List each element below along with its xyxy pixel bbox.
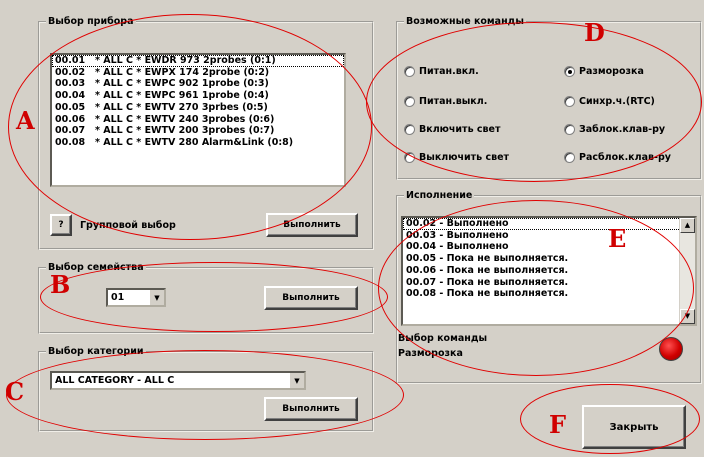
radio-dot-icon bbox=[564, 96, 575, 107]
log-scrollbar[interactable]: ▲ ▼ bbox=[679, 218, 695, 324]
radio-label: Включить свет bbox=[419, 124, 501, 135]
device-select-legend: Выбор прибора bbox=[48, 16, 134, 27]
radio-dot-icon bbox=[564, 66, 575, 77]
status-indicator-icon bbox=[659, 337, 683, 361]
category-select-legend: Выбор категории bbox=[48, 346, 144, 357]
radio-dot-icon bbox=[404, 152, 415, 163]
radio-dot-icon bbox=[564, 124, 575, 135]
annotation-marker-f: F bbox=[549, 410, 567, 439]
radio-light-on[interactable]: Включить свет bbox=[404, 124, 500, 135]
help-button[interactable]: ? bbox=[50, 214, 72, 236]
commands-legend: Возможные команды bbox=[406, 16, 524, 27]
annotation-marker-b: B bbox=[50, 270, 71, 299]
radio-power-off[interactable]: Питан.выкл. bbox=[404, 96, 487, 107]
log-entry: 00.08 - Пока не выполняется. bbox=[406, 288, 569, 300]
radio-label: Заблок.клав-ру bbox=[579, 124, 666, 135]
radio-light-off[interactable]: Выключить свет bbox=[404, 152, 509, 163]
radio-label: Расблок.клав-ру bbox=[579, 152, 671, 163]
device-execute-button[interactable]: Выполнить bbox=[266, 213, 358, 237]
radio-sync-rtc[interactable]: Синхр.ч.(RTC) bbox=[564, 96, 655, 107]
log-entry: 00.06 - Пока не выполняется. bbox=[406, 264, 569, 276]
scroll-up-icon[interactable]: ▲ bbox=[680, 218, 695, 233]
list-item[interactable]: 00.08 * ALL C * EWTV 280 Alarm&Link (0:8… bbox=[52, 137, 344, 149]
list-item[interactable]: 00.07 * ALL C * EWTV 200 3probes (0:7) bbox=[52, 125, 344, 137]
radio-lock-keyboard[interactable]: Заблок.клав-ру bbox=[564, 124, 665, 135]
list-item[interactable]: 00.04 * ALL C * EWPC 961 1probe (0:4) bbox=[52, 90, 344, 102]
command-caption: Выбор команды bbox=[398, 333, 488, 344]
annotation-marker-e: E bbox=[608, 224, 627, 253]
log-entry: 00.02 - Выполнено bbox=[403, 218, 695, 230]
list-item[interactable]: 00.01 * ALL C * EWDR 973 2probes (0:1) bbox=[52, 55, 344, 67]
annotation-marker-c: C bbox=[5, 377, 25, 406]
radio-label: Разморозка bbox=[579, 66, 644, 77]
family-execute-button[interactable]: Выполнить bbox=[264, 286, 358, 310]
list-item[interactable]: 00.06 * ALL C * EWTV 240 3probes (0:6) bbox=[52, 114, 344, 126]
log-entry: 00.03 - Выполнено bbox=[406, 229, 509, 241]
radio-dot-icon bbox=[404, 124, 415, 135]
log-entry: 00.04 - Выполнено bbox=[406, 241, 509, 253]
list-item[interactable]: 00.02 * ALL C * EWPX 174 2probe (0:2) bbox=[52, 67, 344, 79]
radio-dot-icon bbox=[404, 96, 415, 107]
scroll-down-icon[interactable]: ▼ bbox=[680, 309, 695, 324]
device-listbox[interactable]: 00.01 * ALL C * EWDR 973 2probes (0:1) 0… bbox=[50, 53, 346, 187]
category-execute-button[interactable]: Выполнить bbox=[264, 397, 358, 421]
family-dropdown-value: 01 bbox=[111, 292, 125, 303]
log-entry: 00.05 - Пока не выполняется. bbox=[406, 253, 569, 265]
radio-defrost[interactable]: Разморозка bbox=[564, 66, 644, 77]
close-button[interactable]: Закрыть bbox=[582, 405, 686, 449]
list-item[interactable]: 00.05 * ALL C * EWTV 270 3prbes (0:5) bbox=[52, 102, 344, 114]
chevron-down-icon[interactable]: ▼ bbox=[149, 290, 164, 305]
family-dropdown[interactable]: 01 ▼ bbox=[106, 288, 166, 307]
group-select-label: Групповой выбор bbox=[80, 220, 176, 231]
category-dropdown-value: ALL CATEGORY - ALL C bbox=[55, 375, 175, 386]
radio-unlock-keyboard[interactable]: Расблок.клав-ру bbox=[564, 152, 671, 163]
category-dropdown[interactable]: ALL CATEGORY - ALL C ▼ bbox=[50, 371, 306, 390]
radio-label: Питан.вкл. bbox=[419, 66, 479, 77]
log-entry: 00.07 - Пока не выполняется. bbox=[406, 276, 569, 288]
execution-log[interactable]: 00.02 - Выполнено 00.03 - Выполнено 00.0… bbox=[401, 216, 697, 326]
radio-power-on[interactable]: Питан.вкл. bbox=[404, 66, 479, 77]
execution-legend: Исполнение bbox=[406, 190, 473, 201]
radio-label: Выключить свет bbox=[419, 152, 510, 163]
radio-dot-icon bbox=[564, 152, 575, 163]
radio-dot-icon bbox=[404, 66, 415, 77]
list-item[interactable]: 00.03 * ALL C * EWPC 902 1probe (0:3) bbox=[52, 78, 344, 90]
chevron-down-icon[interactable]: ▼ bbox=[289, 373, 304, 388]
radio-label: Синхр.ч.(RTC) bbox=[579, 96, 655, 107]
annotation-marker-d: D bbox=[584, 18, 605, 47]
command-value: Разморозка bbox=[398, 348, 463, 359]
radio-label: Питан.выкл. bbox=[419, 96, 488, 107]
annotation-marker-a: A bbox=[16, 106, 35, 135]
